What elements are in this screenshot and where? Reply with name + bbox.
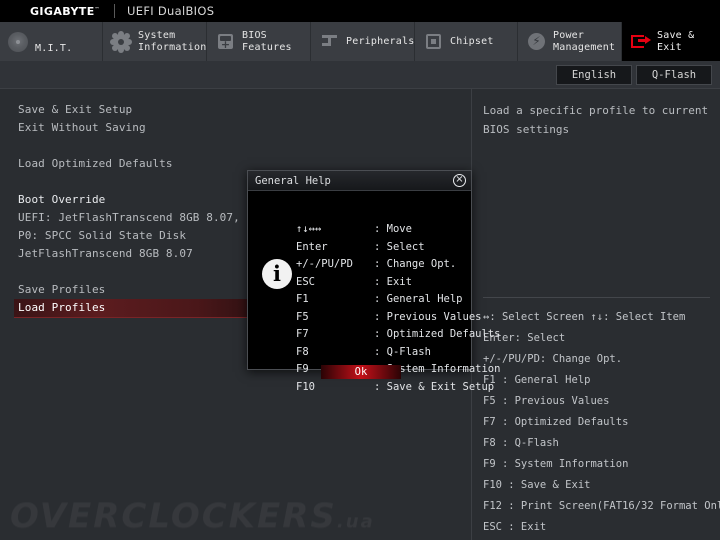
- menu-item-load-profiles[interactable]: Load Profiles: [14, 299, 258, 318]
- key-legend-row: F5 : Previous Values: [483, 395, 610, 407]
- dialog-help-value: : Previous Values: [374, 310, 482, 323]
- dialog-help-key: ↑↓↔↔: [296, 223, 322, 235]
- tab-mit-label: M.I.T.: [35, 43, 73, 54]
- menu-spacer-1: [14, 137, 471, 155]
- key-legend-row: F8 : Q-Flash: [483, 437, 559, 449]
- tab-chipset[interactable]: Chipset: [415, 22, 518, 61]
- dialog-help-key: F1: [296, 293, 309, 305]
- key-legend-row: ESC : Exit: [483, 521, 547, 533]
- dialog-help-key: ESC: [296, 275, 315, 288]
- key-legend-row: F7 : Optimized Defaults: [483, 416, 629, 428]
- dialog-help-value: : Optimized Defaults: [374, 328, 501, 340]
- dialog-help-key: F8: [296, 345, 309, 358]
- tab-chipset-label: Chipset: [450, 35, 494, 47]
- ok-button[interactable]: Ok: [321, 365, 401, 379]
- dialog-help-row: F7 : Optimized Defaults: [296, 326, 500, 344]
- tab-save-and-exit[interactable]: Save & Exit: [622, 22, 720, 61]
- help-description: Load a specific profile to current BIOS …: [483, 104, 709, 136]
- dialog-help-row: F5 : Previous Values: [296, 309, 500, 327]
- dialog-help-key: Enter: [296, 240, 328, 253]
- main-tab-bar: M.I.T. System Information BIOS Features …: [0, 22, 720, 61]
- dialog-help-key: +/-/PU/PD: [296, 258, 353, 270]
- power-icon: [526, 31, 548, 53]
- dialog-help-value: : Move: [374, 223, 412, 235]
- tab-bios-features[interactable]: BIOS Features: [207, 22, 311, 61]
- disc-icon: [8, 31, 30, 53]
- key-legend-row: +/-/PU/PD: Change Opt.: [483, 353, 623, 365]
- general-help-dialog: General Help × i ↑↓↔↔ : Move Enter : Selec…: [247, 170, 500, 393]
- tab-peripherals-label: Peripherals: [346, 35, 415, 47]
- tab-peripherals[interactable]: Peripherals: [311, 22, 415, 61]
- key-legend: ↔: Select Screen ↑↓: Select Item Enter: …: [483, 307, 720, 538]
- key-legend-row: F1 : General Help: [483, 374, 591, 386]
- key-legend-row: Enter: Select: [483, 332, 566, 344]
- peripherals-icon: [319, 31, 341, 53]
- brand-divider: [114, 4, 116, 18]
- dialog-help-key: F5: [296, 310, 309, 323]
- dialog-help-value: : Exit: [374, 275, 412, 288]
- gear-icon: [111, 31, 133, 53]
- exit-icon: [630, 31, 652, 53]
- key-legend-row: ↔: Select Screen ↑↓: Select Item: [483, 311, 686, 323]
- key-legend-row: F12 : Print Screen(FAT16/32 Format Only): [483, 500, 720, 512]
- brand-subtitle: UEFI DualBIOS: [127, 4, 215, 18]
- dialog-help-row: ↑↓↔↔ : Move: [296, 221, 500, 239]
- tab-mit[interactable]: M.I.T.: [0, 22, 103, 61]
- dialog-help-row: F8 : Q-Flash: [296, 344, 500, 362]
- chip-icon: [215, 31, 237, 53]
- menu-item-save-exit-setup[interactable]: Save & Exit Setup: [14, 101, 471, 119]
- uefi-bios-screen: GIGABYTE™ UEFI DualBIOS M.I.T. System In…: [0, 0, 720, 540]
- tab-power-management[interactable]: Power Management: [518, 22, 622, 61]
- help-divider: [483, 297, 710, 298]
- dialog-help-key: F10: [296, 380, 315, 393]
- dialog-help-value: : Change Opt.: [374, 258, 457, 270]
- trademark-symbol: ™: [94, 5, 101, 12]
- qflash-button[interactable]: Q-Flash: [636, 64, 712, 85]
- info-icon: i: [262, 259, 292, 289]
- tab-bios-features-label: BIOS Features: [242, 29, 292, 53]
- brand-bar: GIGABYTE™ UEFI DualBIOS: [0, 0, 720, 22]
- utility-bar: English Q-Flash: [0, 61, 720, 89]
- tab-system-information-label: System Information: [138, 29, 207, 53]
- gigabyte-logo: GIGABYTE™: [0, 5, 100, 18]
- dialog-title-bar: General Help ×: [248, 171, 471, 191]
- dialog-help-value: : General Help: [374, 293, 463, 305]
- dialog-body: i ↑↓↔↔ : Move Enter : Select +/-/PU/PD : Ch…: [248, 191, 500, 393]
- tab-save-and-exit-label: Save & Exit: [657, 29, 695, 53]
- dialog-help-row: F1 : General Help: [296, 291, 500, 309]
- dialog-help-row: F10 : Save & Exit Setup: [296, 379, 500, 397]
- menu-item-exit-without-saving[interactable]: Exit Without Saving: [14, 119, 471, 137]
- dialog-help-row: Enter : Select: [296, 239, 500, 257]
- dialog-help-value: : Q-Flash: [374, 345, 431, 358]
- help-pane: Load a specific profile to current BIOS …: [473, 89, 720, 540]
- key-legend-row: F10 : Save & Exit: [483, 479, 591, 491]
- dialog-help-row: +/-/PU/PD : Change Opt.: [296, 256, 500, 274]
- gigabyte-logo-text: GIGABYTE: [30, 4, 95, 18]
- key-legend-row: F9 : System Information: [483, 458, 629, 470]
- dialog-help-row: ESC : Exit: [296, 274, 500, 292]
- tab-system-information[interactable]: System Information: [103, 22, 207, 61]
- dialog-title: General Help: [255, 174, 331, 187]
- close-icon[interactable]: ×: [453, 174, 466, 187]
- dialog-help-value: : Save & Exit Setup: [374, 380, 495, 393]
- dialog-help-key: F7: [296, 328, 309, 340]
- chipset-icon: [423, 31, 445, 53]
- dialog-help-value: : Select: [374, 240, 425, 253]
- language-button[interactable]: English: [556, 64, 632, 85]
- tab-power-management-label: Power Management: [553, 29, 616, 53]
